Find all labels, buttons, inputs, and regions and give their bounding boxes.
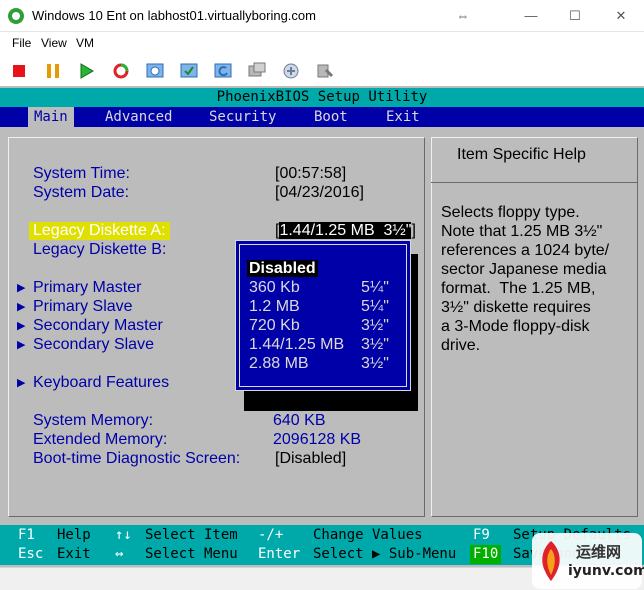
help-divider [431, 182, 638, 183]
footer-key: Enter [258, 546, 301, 562]
extended-memory-label: Extended Memory: [33, 431, 168, 448]
system-memory-value: 640 KB [273, 412, 326, 429]
bios-tab-bar: Main Advanced Security Boot Exit [0, 107, 644, 127]
enhanced-session-icon[interactable] [246, 60, 268, 82]
settings-icon[interactable] [314, 60, 336, 82]
revert-icon[interactable] [212, 60, 234, 82]
popup-option-disabled[interactable]: Disabled [247, 260, 318, 278]
help-line: a 3-Mode floppy-disk [441, 318, 590, 335]
tab-advanced[interactable]: Advanced [105, 107, 172, 127]
submenu-primary-slave[interactable]: Primary Slave [33, 298, 133, 316]
system-time-value[interactable]: [00:57:58] [275, 165, 346, 183]
system-time-label: System Time: [33, 165, 130, 182]
footer-key: F9 [473, 527, 490, 543]
tab-exit[interactable]: Exit [386, 107, 420, 127]
window-title: Windows 10 Ent on labhost01.virtuallybor… [32, 8, 316, 23]
stop-icon[interactable] [8, 60, 30, 82]
system-date-label: System Date: [33, 184, 130, 201]
legacy-diskette-a-value[interactable]: [1.44/1.25 MB 3½"] [275, 222, 416, 240]
footer-key: ↑↓ [115, 527, 132, 543]
help-title: Item Specific Help [457, 146, 586, 163]
help-line: drive. [441, 337, 481, 354]
watermark: 运维网 iyunv.com [532, 533, 644, 589]
watermark-url: iyunv.com [568, 563, 644, 579]
watermark-brand: 运维网 [576, 543, 622, 561]
help-line: format. The 1.25 MB, [441, 280, 596, 297]
boot-diagnostic-value[interactable]: [Disabled] [275, 450, 346, 468]
popup-option-360kb[interactable]: 360 Kb [249, 279, 300, 297]
popup-option-1-2mb[interactable]: 1.2 MB [249, 298, 300, 316]
submenu-arrow-icon: ▶ [17, 377, 26, 389]
watermark-logo-icon [542, 541, 560, 581]
tab-main[interactable]: Main [28, 107, 74, 127]
system-date-value[interactable]: [04/23/2016] [275, 184, 364, 202]
popup-option-size: 5¼" [361, 279, 389, 296]
footer-desc: Select ▶ Sub-Menu [313, 546, 457, 562]
submenu-secondary-master[interactable]: Secondary Master [33, 317, 163, 335]
footer-desc: Exit [57, 546, 91, 562]
submenu-arrow-icon: ▶ [17, 301, 26, 313]
legacy-diskette-a-label[interactable]: Legacy Diskette A: [29, 222, 170, 240]
popup-option-720kb[interactable]: 720 Kb [249, 317, 300, 335]
popup-option-size: 3½" [361, 336, 389, 353]
submenu-arrow-icon: ▶ [17, 320, 26, 332]
footer-desc: Help [57, 527, 91, 543]
maximize-button[interactable]: ☐ [552, 0, 598, 31]
extended-memory-value: 2096128 KB [273, 431, 362, 448]
checkpoint-icon[interactable] [178, 60, 200, 82]
menu-vm[interactable]: VM [76, 36, 94, 50]
footer-key: Esc [18, 546, 44, 562]
popup-option-1-44mb[interactable]: 1.44/1.25 MB [249, 336, 344, 354]
submenu-primary-master[interactable]: Primary Master [33, 279, 141, 297]
help-line: Note that 1.25 MB 3½" [441, 223, 603, 240]
menu-bar: File View VM [0, 32, 644, 54]
legacy-diskette-a-current: 1.44/1.25 MB 3½" [279, 222, 412, 239]
popup-option-label: Disabled [247, 260, 318, 277]
popup-option-size: 3½" [361, 317, 389, 334]
footer-desc: Select Item [145, 527, 238, 543]
tab-boot[interactable]: Boot [314, 107, 348, 127]
boot-diagnostic-label: Boot-time Diagnostic Screen: [33, 450, 241, 467]
diskette-type-popup[interactable]: Disabled 360 Kb 5¼" 1.2 MB 5¼" 720 Kb 3½… [235, 240, 411, 391]
popup-option-size: 5¼" [361, 298, 389, 315]
help-line: sector Japanese media [441, 261, 607, 278]
vmconnect-app-icon [8, 8, 24, 24]
share-icon[interactable] [280, 60, 302, 82]
tab-security[interactable]: Security [209, 107, 276, 127]
menu-view[interactable]: View [41, 36, 67, 50]
title-bar: Windows 10 Ent on labhost01.virtuallybor… [0, 0, 644, 32]
legacy-diskette-a-value-text: [1.44/1.25 MB 3½"] [275, 222, 416, 239]
footer-desc: Select Menu [145, 546, 238, 562]
pause-icon[interactable] [42, 60, 64, 82]
help-line: references a 1024 byte/ [441, 242, 610, 259]
menu-file[interactable]: File [12, 36, 31, 50]
system-memory-label: System Memory: [33, 412, 154, 429]
bracket: ] [411, 222, 416, 239]
footer-key-f10: F10 [470, 545, 502, 564]
reset-icon[interactable] [110, 60, 132, 82]
toolbar [0, 54, 644, 86]
footer-key: F1 [18, 527, 35, 543]
footer-key: -/+ [258, 527, 284, 543]
submenu-secondary-slave[interactable]: Secondary Slave [33, 336, 154, 354]
close-button[interactable]: ✕ [598, 0, 644, 31]
help-line: Selects floppy type. [441, 204, 580, 221]
submenu-keyboard-features[interactable]: Keyboard Features [33, 374, 169, 392]
submenu-arrow-icon: ▶ [17, 282, 26, 294]
ctrl-alt-del-icon[interactable] [144, 60, 166, 82]
resize-icon[interactable]: ⇔ [440, 0, 486, 31]
popup-option-size: 3½" [361, 355, 389, 372]
start-icon[interactable] [76, 60, 98, 82]
footer-desc: Change Values [313, 527, 423, 543]
submenu-arrow-icon: ▶ [17, 339, 26, 351]
footer-key: ↔ [115, 546, 124, 562]
minimize-button[interactable]: — [508, 0, 554, 31]
popup-option-2-88mb[interactable]: 2.88 MB [249, 355, 309, 373]
help-line: 3½" diskette requires [441, 299, 591, 316]
legacy-diskette-b-label[interactable]: Legacy Diskette B: [33, 241, 166, 259]
bios-title: PhoenixBIOS Setup Utility [0, 88, 644, 107]
